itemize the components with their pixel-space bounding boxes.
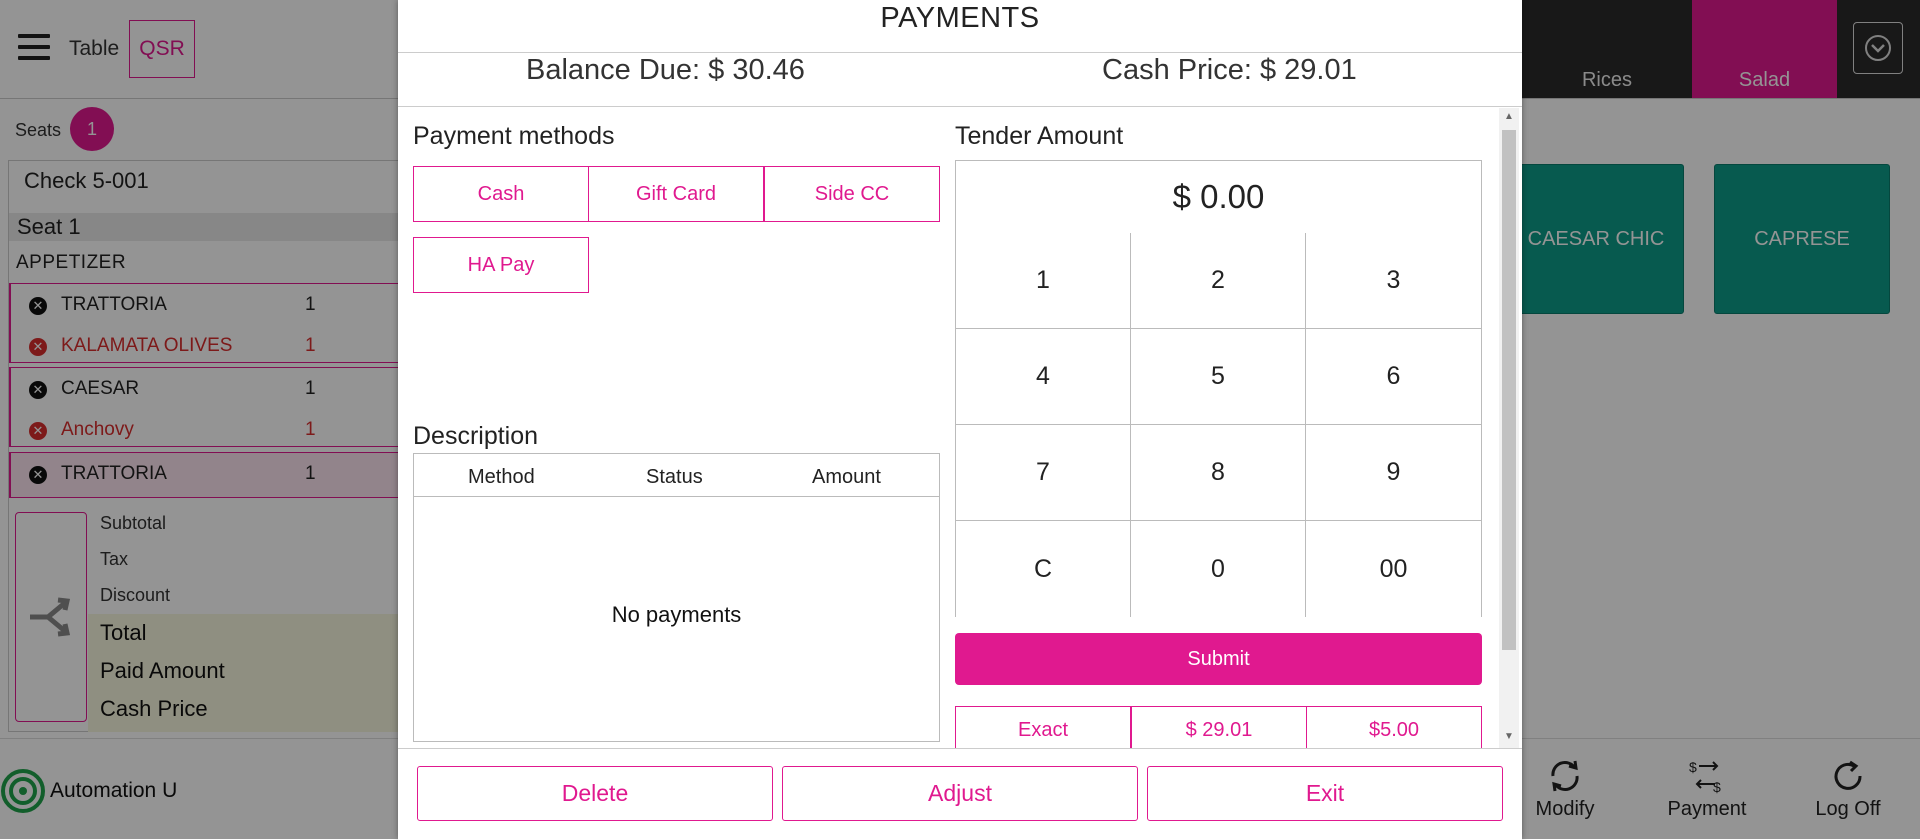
key-6[interactable]: 6 xyxy=(1306,329,1481,425)
modal-title: PAYMENTS xyxy=(880,2,1040,34)
quick-amount-exact[interactable]: Exact xyxy=(955,706,1131,754)
balance-due: Balance Due: $ 30.46 xyxy=(526,54,805,86)
key-3[interactable]: 3 xyxy=(1306,233,1481,329)
key-2[interactable]: 2 xyxy=(1131,233,1306,329)
tender-amount-title: Tender Amount xyxy=(955,122,1124,150)
description-title: Description xyxy=(413,422,539,450)
tender-amount-display[interactable]: $ 0.00 xyxy=(956,161,1481,234)
payment-method-gift-card[interactable]: Gift Card xyxy=(588,166,764,222)
key-8[interactable]: 8 xyxy=(1131,425,1306,521)
key-clear[interactable]: C xyxy=(956,521,1131,617)
scroll-down-icon[interactable]: ▼ xyxy=(1501,730,1517,744)
payments-modal: PAYMENTS Balance Due: $ 30.46 Cash Price… xyxy=(398,0,1522,840)
submit-button[interactable]: Submit xyxy=(955,633,1482,685)
payment-method-ha-pay[interactable]: HA Pay xyxy=(413,237,589,293)
column-status: Status xyxy=(646,466,703,488)
keypad: $ 0.00 1 2 3 4 5 6 7 8 9 C 0 00 xyxy=(955,160,1482,617)
cash-price: Cash Price: $ 29.01 xyxy=(1102,54,1357,86)
payment-method-cash[interactable]: Cash xyxy=(413,166,589,222)
delete-button[interactable]: Delete xyxy=(417,766,773,821)
column-amount: Amount xyxy=(812,466,881,488)
quick-amount-cash-price[interactable]: $ 29.01 xyxy=(1131,706,1307,754)
quick-amount-5[interactable]: $5.00 xyxy=(1306,706,1482,754)
key-4[interactable]: 4 xyxy=(956,329,1131,425)
exit-button[interactable]: Exit xyxy=(1147,766,1503,821)
key-0[interactable]: 0 xyxy=(1131,521,1306,617)
table-header: Method Status Amount xyxy=(414,454,939,497)
empty-state: No payments xyxy=(611,602,742,627)
key-1[interactable]: 1 xyxy=(956,233,1131,329)
payments-table: Method Status Amount No payments xyxy=(413,453,940,742)
key-7[interactable]: 7 xyxy=(956,425,1131,521)
divider xyxy=(398,106,1522,107)
scrollbar-thumb[interactable] xyxy=(1502,130,1516,650)
payment-method-side-cc[interactable]: Side CC xyxy=(764,166,940,222)
key-9[interactable]: 9 xyxy=(1306,425,1481,521)
payment-methods-title: Payment methods xyxy=(413,122,615,150)
adjust-button[interactable]: Adjust xyxy=(782,766,1138,821)
column-method: Method xyxy=(468,466,535,488)
scroll-up-icon[interactable]: ▲ xyxy=(1501,110,1517,124)
key-00[interactable]: 00 xyxy=(1306,521,1481,617)
key-5[interactable]: 5 xyxy=(1131,329,1306,425)
